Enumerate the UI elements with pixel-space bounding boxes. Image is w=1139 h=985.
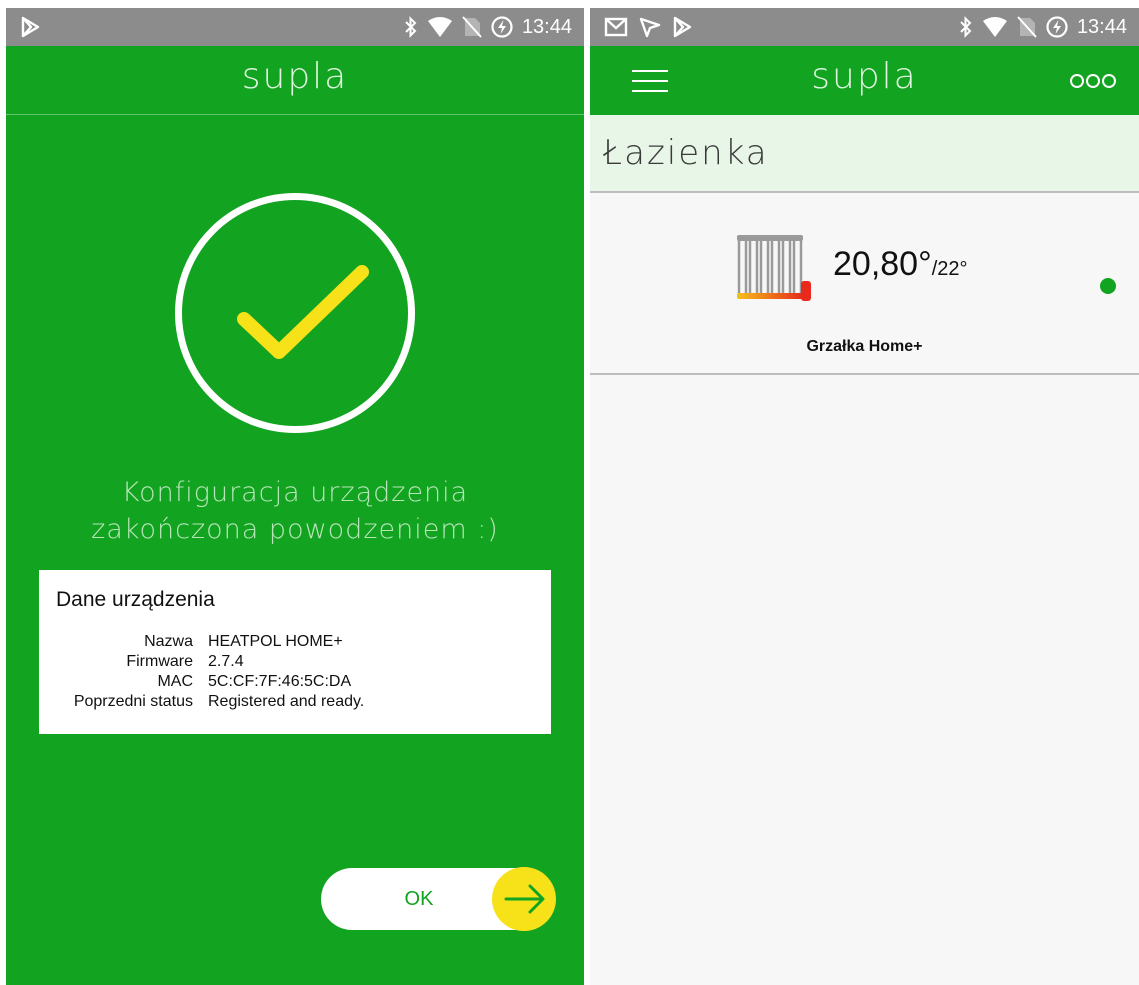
details-key: MAC (157, 673, 193, 690)
location-name: Łazienka (603, 133, 769, 173)
status-bar: 13:44 (590, 8, 1139, 46)
radiator-icon (737, 235, 811, 301)
ok-button-label: OK (404, 888, 434, 910)
target-temperature: /22° (931, 258, 968, 280)
no-sim-icon (462, 16, 482, 38)
app-title: supla (241, 56, 349, 97)
data-saver-icon (491, 16, 513, 38)
three-circles-icon[interactable] (1067, 68, 1119, 94)
screenshot-stage: 13:44 supla Konfiguracja urządzenia zako… (0, 0, 1139, 985)
success-message: Konfiguracja urządzenia zakończona powod… (6, 474, 584, 548)
app-title: supla (811, 56, 918, 97)
current-temperature: 20,80° (833, 245, 932, 283)
wifi-icon (982, 17, 1007, 37)
play-store-icon (673, 16, 692, 38)
details-key: Firmware (126, 653, 193, 670)
gmail-icon (604, 17, 628, 37)
configuration-success-screen: 13:44 supla Konfiguracja urządzenia zako… (6, 8, 584, 985)
details-key: Poprzedni status (73, 693, 193, 710)
ok-button[interactable]: OK (321, 867, 556, 931)
bluetooth-icon (960, 16, 972, 38)
bluetooth-icon (405, 16, 417, 38)
status-clock: 13:44 (1076, 16, 1127, 38)
navigation-icon (639, 17, 661, 38)
play-store-icon (21, 16, 40, 38)
online-status-dot (1100, 278, 1116, 294)
details-row-mac: MAC 5C:CF:7F:46:5C:DA (53, 672, 533, 692)
arrow-right-icon (492, 867, 556, 931)
channel-caption: Grzałka Home+ (806, 338, 923, 355)
device-details-table: Nazwa HEATPOL HOME+ Firmware 2.7.4 MAC 5… (53, 632, 533, 712)
app-bar: supla (590, 46, 1139, 115)
device-details-card: Dane urządzenia Nazwa HEATPOL HOME+ Firm… (39, 570, 551, 734)
details-value: HEATPOL HOME+ (208, 633, 343, 650)
channel-row-heater[interactable]: 20,80°/22° Grzałka Home+ (590, 193, 1139, 375)
app-bar: supla (6, 46, 584, 115)
details-value: 5C:CF:7F:46:5C:DA (208, 673, 352, 690)
location-header[interactable]: Łazienka (590, 115, 1139, 193)
wifi-icon (427, 17, 452, 37)
temperature-readout: 20,80°/22° (833, 245, 968, 284)
status-bar: 13:44 (6, 8, 584, 46)
status-clock: 13:44 (521, 16, 572, 38)
checkmark-circle-icon (175, 193, 415, 433)
no-sim-icon (1017, 16, 1037, 38)
details-value: 2.7.4 (208, 653, 244, 670)
success-message-line2: zakończona powodzeniem :) (91, 514, 499, 545)
device-details-title: Dane urządzenia (56, 588, 215, 611)
details-key: Nazwa (144, 633, 193, 650)
success-message-line1: Konfiguracja urządzenia (121, 477, 469, 508)
data-saver-icon (1046, 16, 1068, 38)
device-list-screen: 13:44 supla Łazienka 20,80°/22° Grzałka … (590, 8, 1139, 985)
details-row-firmware: Firmware 2.7.4 (53, 652, 533, 672)
details-row-name: Nazwa HEATPOL HOME+ (53, 632, 533, 652)
details-row-previous-status: Poprzedni status Registered and ready. (53, 692, 533, 712)
details-value: Registered and ready. (208, 693, 365, 710)
